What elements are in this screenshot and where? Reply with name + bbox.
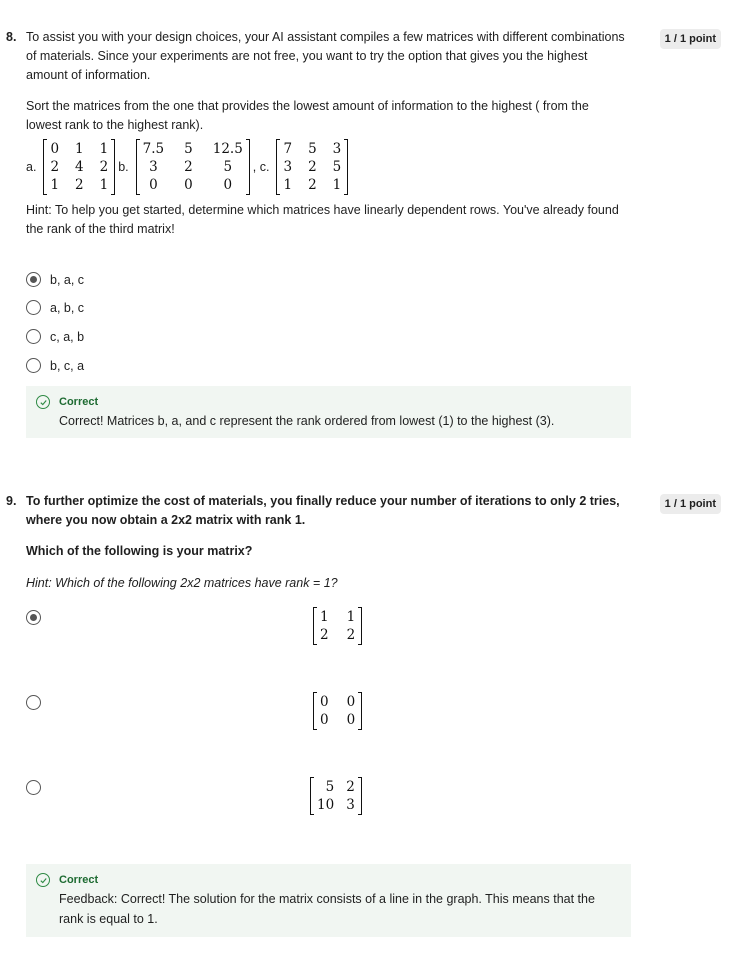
matrix-c: 753 325 121 <box>276 139 349 195</box>
matrices-row: a. 011 242 121 b. 7.5 5 12.5 325 000 , c… <box>26 137 626 197</box>
radio-button[interactable] <box>26 358 41 373</box>
question-text: Which of the following is your matrix? <box>26 544 253 558</box>
option-matrix: 00 00 <box>313 692 363 730</box>
matrix-c-label: , c. <box>252 159 270 174</box>
radio-button-selected[interactable] <box>26 272 41 287</box>
radio-button-selected[interactable] <box>26 610 41 625</box>
radio-button[interactable] <box>26 780 41 795</box>
option-matrix: 11 22 <box>313 607 363 645</box>
question-number: 9. <box>6 494 17 508</box>
feedback-box: Correct Feedback: Correct! The solution … <box>26 864 631 937</box>
option-matrix: 52 10 3 <box>310 777 362 815</box>
question-hint: Hint: Which of the following 2x2 matrice… <box>26 576 338 590</box>
check-circle-icon <box>36 395 50 409</box>
question-intro: To further optimize the cost of material… <box>26 494 620 527</box>
points-badge: 1 / 1 point <box>659 494 721 514</box>
matrix-b: 7.5 5 12.5 325 000 <box>135 139 250 195</box>
matrix-b-label: b. <box>118 159 129 174</box>
option-3[interactable]: c, a, b <box>26 329 84 344</box>
option-label: b, a, c <box>50 272 85 287</box>
check-circle-icon <box>36 873 50 887</box>
question-instruction: Sort the matrices from the one that prov… <box>26 99 589 132</box>
question-number: 8. <box>6 30 17 44</box>
question-intro: To assist you with your design choices, … <box>26 30 625 82</box>
feedback-text: Correct! Matrices b, a, and c represent … <box>59 414 555 428</box>
option-4[interactable]: b, c, a <box>26 358 84 373</box>
option-2[interactable]: a, b, c <box>26 300 84 315</box>
option-1[interactable]: b, a, c <box>26 272 84 287</box>
matrix-a-label: a. <box>26 159 37 174</box>
feedback-status: Correct <box>59 874 99 886</box>
question-hint: Hint: To help you get started, determine… <box>26 203 619 236</box>
option-label: b, c, a <box>50 358 85 373</box>
radio-button[interactable] <box>26 695 41 710</box>
radio-button[interactable] <box>26 300 41 315</box>
option-2[interactable] <box>26 695 41 710</box>
feedback-text: Feedback: Correct! The solution for the … <box>59 892 595 926</box>
feedback-status: Correct <box>59 396 99 408</box>
matrix-a: 011 242 121 <box>43 139 116 195</box>
radio-button[interactable] <box>26 329 41 344</box>
option-1[interactable] <box>26 610 41 625</box>
option-label: a, b, c <box>50 300 85 315</box>
points-badge: 1 / 1 point <box>659 29 721 49</box>
option-label: c, a, b <box>50 329 85 344</box>
feedback-box: Correct Correct! Matrices b, a, and c re… <box>26 386 631 438</box>
option-3[interactable] <box>26 780 41 795</box>
